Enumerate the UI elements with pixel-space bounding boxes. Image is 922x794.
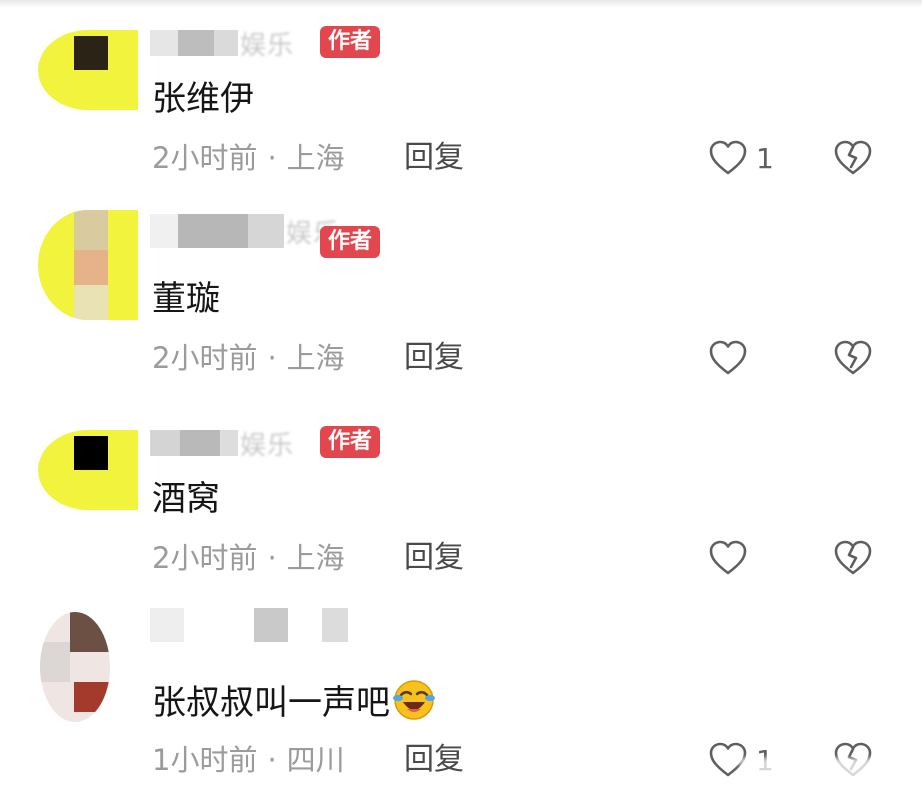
comment-meta: 2小时前 · 上海 [152, 138, 345, 178]
comment-location: 上海 [286, 141, 345, 175]
heart-outline-icon [709, 340, 747, 375]
avatar[interactable] [38, 30, 138, 110]
meta-separator: · [267, 341, 277, 375]
comment-item: 娱乐 作者 董璇 2小时前 · 上海 回复 [0, 200, 922, 390]
watermark-overlay [740, 758, 910, 788]
username-suffix: 娱乐 [240, 30, 295, 61]
comment-list-screen: 娱乐 作者 张维伊 2小时前 · 上海 回复 1 娱乐 作者 董璇 2小时前 ·… [0, 0, 922, 794]
username-suffix: 娱乐 [240, 430, 295, 461]
heart-outline-icon [709, 540, 747, 575]
comment-text: 张叔叔叫一声吧 [152, 678, 436, 726]
author-badge: 作者 [320, 226, 381, 258]
avatar[interactable] [38, 210, 138, 320]
like-button[interactable] [708, 537, 756, 579]
laughing-crying-emoji-icon [393, 680, 435, 720]
like-button[interactable] [708, 337, 756, 379]
comment-time: 2小时前 [152, 341, 258, 375]
author-badge: 作者 [320, 426, 381, 458]
username-blurred[interactable]: 娱乐 [150, 30, 294, 61]
comment-meta: 2小时前 · 上海 [152, 538, 345, 578]
comment-meta: 1小时前 · 四川 [152, 740, 345, 780]
like-button[interactable]: 1 [708, 137, 774, 179]
reply-button[interactable]: 回复 [404, 138, 464, 178]
comment-location: 四川 [286, 743, 345, 777]
comment-text: 酒窝 [152, 479, 220, 519]
heart-outline-icon [709, 140, 747, 175]
broken-heart-icon[interactable] [832, 537, 874, 579]
meta-separator: · [267, 541, 277, 575]
broken-heart-icon[interactable] [832, 337, 874, 379]
reply-button[interactable]: 回复 [404, 338, 464, 378]
reply-button[interactable]: 回复 [404, 740, 464, 780]
avatar[interactable] [38, 430, 138, 510]
comment-location: 上海 [286, 341, 345, 375]
author-badge: 作者 [320, 26, 381, 58]
meta-separator: · [267, 743, 277, 777]
broken-heart-icon[interactable] [832, 137, 874, 179]
reply-button[interactable]: 回复 [404, 538, 464, 578]
comment-item: 娱乐 作者 酒窝 2小时前 · 上海 回复 [0, 400, 922, 590]
comment-text: 张维伊 [152, 79, 254, 119]
comment-text: 董璇 [152, 279, 220, 319]
meta-separator: · [267, 141, 277, 175]
comment-text-body: 张叔叔叫一声吧 [152, 683, 390, 723]
avatar[interactable] [40, 612, 110, 722]
comment-time: 2小时前 [152, 541, 258, 575]
comment-time: 1小时前 [152, 743, 258, 777]
username-blurred[interactable] [150, 608, 348, 642]
username-blurred[interactable]: 娱乐 [150, 214, 340, 249]
comment-meta: 2小时前 · 上海 [152, 338, 345, 378]
comment-location: 上海 [286, 541, 345, 575]
comment-item: 娱乐 作者 张维伊 2小时前 · 上海 回复 1 [0, 0, 922, 190]
comment-time: 2小时前 [152, 141, 258, 175]
username-blurred[interactable]: 娱乐 [150, 430, 294, 461]
like-count: 1 [756, 141, 774, 175]
